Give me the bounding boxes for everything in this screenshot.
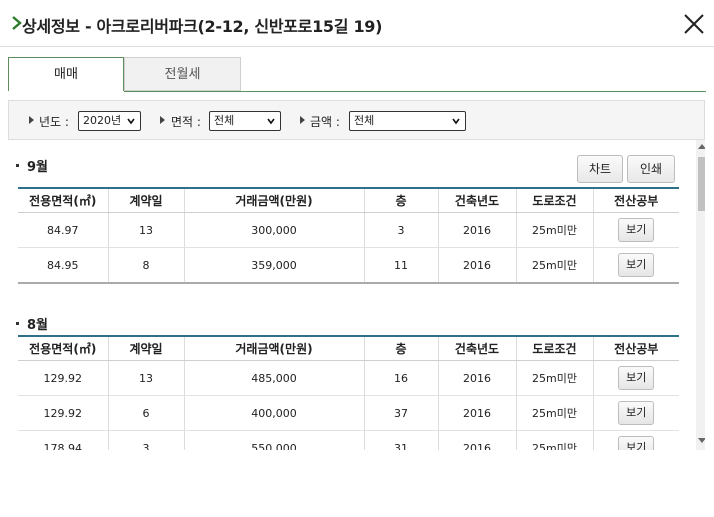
cell-price: 485,000 <box>183 360 364 396</box>
view-button[interactable]: 보기 <box>618 401 655 425</box>
cell-area: 84.97 <box>18 212 108 248</box>
amount-select-value: 전체 <box>354 114 375 127</box>
cell-build-year: 2016 <box>437 212 516 248</box>
table-row: 84.95 8 359,000 11 2016 25m미만 보기 <box>18 247 679 284</box>
cell-records: 보기 <box>592 212 679 248</box>
bullet-icon <box>16 322 19 325</box>
month-label: 9월 <box>27 160 49 175</box>
scroll-up-icon[interactable] <box>698 144 705 149</box>
month-heading: 9월 <box>16 156 48 175</box>
year-select[interactable]: 2020년 <box>78 111 141 131</box>
table-header-row: 전용면적(㎡) 계약일 거래금액(만원) 층 건축년도 도로조건 전산공부 <box>18 336 679 361</box>
col-build-year: 건축년도 <box>437 336 516 361</box>
cell-road: 25m미만 <box>515 247 593 284</box>
print-button[interactable]: 인쇄 <box>627 155 675 183</box>
col-price: 거래금액(만원) <box>183 188 364 213</box>
transaction-list[interactable]: 9월 차트 인쇄 전용면적(㎡) 계약일 거래금액(만원) 층 건축년도 도로조… <box>8 140 705 450</box>
triangle-right-icon <box>29 116 34 124</box>
tab-rent[interactable]: 전월세 <box>124 57 241 91</box>
triangle-right-icon <box>160 116 165 124</box>
month-heading: 8월 <box>16 314 48 333</box>
triangle-right-icon <box>300 116 305 124</box>
view-button[interactable]: 보기 <box>618 366 655 390</box>
col-records: 전산공부 <box>592 188 679 213</box>
cell-records: 보기 <box>592 430 679 450</box>
cell-area: 84.95 <box>18 247 108 284</box>
cell-road: 25m미만 <box>515 212 593 248</box>
col-floor: 층 <box>363 336 438 361</box>
col-build-year: 건축년도 <box>437 188 516 213</box>
table-row: 84.97 13 300,000 3 2016 25m미만 보기 <box>18 212 679 248</box>
cell-build-year: 2016 <box>437 247 516 284</box>
area-filter-label: 면적 : <box>171 115 201 129</box>
cell-day: 8 <box>107 247 184 284</box>
col-road: 도로조건 <box>515 188 593 213</box>
chevron-down-icon <box>127 118 135 125</box>
cell-floor: 3 <box>363 212 438 248</box>
cell-price: 400,000 <box>183 395 364 431</box>
cell-floor: 37 <box>363 395 438 431</box>
cell-price: 550,000 <box>183 430 364 450</box>
deal-table: 전용면적(㎡) 계약일 거래금액(만원) 층 건축년도 도로조건 전산공부 12… <box>18 335 679 450</box>
cell-records: 보기 <box>592 247 679 284</box>
view-button[interactable]: 보기 <box>618 218 655 242</box>
month-label: 8월 <box>27 318 49 333</box>
cell-road: 25m미만 <box>515 395 593 431</box>
cell-floor: 16 <box>363 360 438 396</box>
cell-day: 6 <box>107 395 184 431</box>
amount-select[interactable]: 전체 <box>349 111 466 131</box>
table-row: 178.94 3 550,000 31 2016 25m미만 보기 <box>18 430 679 450</box>
cell-area: 129.92 <box>18 360 108 396</box>
col-area: 전용면적(㎡) <box>18 336 108 361</box>
cell-records: 보기 <box>592 360 679 396</box>
view-button[interactable]: 보기 <box>618 436 655 450</box>
chevron-down-icon <box>452 118 460 125</box>
table-row: 129.92 13 485,000 16 2016 25m미만 보기 <box>18 360 679 396</box>
cell-day: 3 <box>107 430 184 450</box>
scroll-thumb[interactable] <box>698 157 705 211</box>
cell-floor: 11 <box>363 247 438 284</box>
year-filter-label: 년도 : <box>39 115 69 129</box>
cell-day: 13 <box>107 360 184 396</box>
area-select-value: 전체 <box>214 114 235 127</box>
cell-records: 보기 <box>592 395 679 431</box>
cell-build-year: 2016 <box>437 360 516 396</box>
cell-road: 25m미만 <box>515 430 593 450</box>
cell-area: 178.94 <box>18 430 108 450</box>
area-select[interactable]: 전체 <box>209 111 281 131</box>
bullet-icon <box>16 164 19 167</box>
col-contract-day: 계약일 <box>107 188 184 213</box>
cell-road: 25m미만 <box>515 360 593 396</box>
cell-floor: 31 <box>363 430 438 450</box>
close-icon[interactable] <box>682 12 706 36</box>
col-contract-day: 계약일 <box>107 336 184 361</box>
col-floor: 층 <box>363 188 438 213</box>
cell-area: 129.92 <box>18 395 108 431</box>
view-button[interactable]: 보기 <box>618 253 655 277</box>
deal-table: 전용면적(㎡) 계약일 거래금액(만원) 층 건축년도 도로조건 전산공부 84… <box>18 187 679 284</box>
cell-price: 359,000 <box>183 247 364 284</box>
chart-button[interactable]: 차트 <box>577 155 623 183</box>
cell-price: 300,000 <box>183 212 364 248</box>
table-row: 129.92 6 400,000 37 2016 25m미만 보기 <box>18 395 679 431</box>
col-area: 전용면적(㎡) <box>18 188 108 213</box>
col-price: 거래금액(만원) <box>183 336 364 361</box>
filter-bar: 년도 : 2020년 면적 : 전체 금액 : 전체 <box>8 100 705 140</box>
cell-day: 13 <box>107 212 184 248</box>
tab-divider <box>124 91 706 92</box>
title-bar: 상세정보 - 아크로리버파크(2-12, 신반포로15길 19) <box>0 0 714 47</box>
cell-build-year: 2016 <box>437 430 516 450</box>
table-header-row: 전용면적(㎡) 계약일 거래금액(만원) 층 건축년도 도로조건 전산공부 <box>18 188 679 213</box>
vertical-scrollbar[interactable] <box>696 140 705 450</box>
amount-filter-label: 금액 : <box>310 115 340 129</box>
tab-sale[interactable]: 매매 <box>8 57 124 91</box>
chevron-down-icon <box>267 118 275 125</box>
col-records: 전산공부 <box>592 336 679 361</box>
dialog-title: 상세정보 - 아크로리버파크(2-12, 신반포로15길 19) <box>22 17 383 36</box>
col-road: 도로조건 <box>515 336 593 361</box>
cell-build-year: 2016 <box>437 395 516 431</box>
scroll-down-icon[interactable] <box>698 438 705 443</box>
year-select-value: 2020년 <box>83 114 122 127</box>
